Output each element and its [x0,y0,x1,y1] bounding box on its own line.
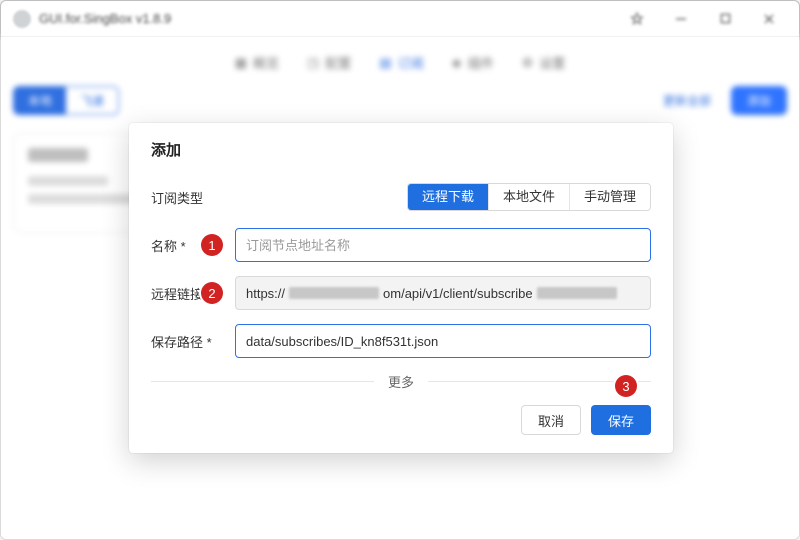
subtab-other[interactable]: 飞速 [66,87,118,114]
tab-config[interactable]: ◳ 配置 [307,53,351,72]
close-icon[interactable] [747,4,791,34]
seg-local[interactable]: 本地文件 [488,184,569,210]
callout-2: 2 [201,282,223,304]
window-title: GUI.for.SingBox v1.8.9 [39,11,171,26]
app-window: GUI.for.SingBox v1.8.9 ▦ 概览 ◳ 配置 ▤ 订阅 ◈ … [0,0,800,540]
save-button[interactable]: 保存 [591,405,651,435]
more-divider[interactable]: 更多 [151,372,651,391]
callout-3: 3 [615,375,637,397]
refresh-all-link[interactable]: 更新全部 [663,92,711,109]
callout-1: 1 [201,234,223,256]
modal-title: 添加 [151,139,651,160]
row-name: 名称 * 1 [151,228,651,262]
type-segmented: 远程下载 本地文件 手动管理 [407,183,651,211]
cancel-button[interactable]: 取消 [521,405,581,435]
tab-plugins[interactable]: ◈ 插件 [452,53,494,72]
path-input[interactable] [235,324,651,358]
tab-overview[interactable]: ▦ 概览 [235,53,279,72]
subtab-local[interactable]: 本地 [14,87,66,114]
app-icon [13,10,31,28]
name-input[interactable] [235,228,651,262]
add-subscription-modal: 添加 订阅类型 远程下载 本地文件 手动管理 名称 * 1 远程链接 * 2 [129,123,673,453]
modal-footer: 3 取消 保存 [151,405,651,435]
minimize-icon[interactable] [659,4,703,34]
tab-settings[interactable]: ⚙ 设置 [522,53,566,72]
redacted-host [289,287,379,299]
subtabs: 本地 飞速 [13,86,119,115]
maximize-icon[interactable] [703,4,747,34]
main-tabs: ▦ 概览 ◳ 配置 ▤ 订阅 ◈ 插件 ⚙ 设置 [13,53,787,72]
tab-subscriptions[interactable]: ▤ 订阅 [379,53,423,72]
path-label: 保存路径 * [151,332,235,351]
titlebar: GUI.for.SingBox v1.8.9 [1,1,799,37]
row-link: 远程链接 * 2 https:// om/api/v1/client/subsc… [151,276,651,310]
add-button[interactable]: 添加 [731,86,787,115]
seg-remote[interactable]: 远程下载 [408,184,488,210]
pin-icon[interactable] [615,4,659,34]
link-input[interactable]: https:// om/api/v1/client/subscribe [235,276,651,310]
row-path: 保存路径 * [151,324,651,358]
redacted-token [537,287,617,299]
row-type: 订阅类型 远程下载 本地文件 手动管理 [151,180,651,214]
type-label: 订阅类型 [151,188,235,207]
seg-manual[interactable]: 手动管理 [569,184,650,210]
